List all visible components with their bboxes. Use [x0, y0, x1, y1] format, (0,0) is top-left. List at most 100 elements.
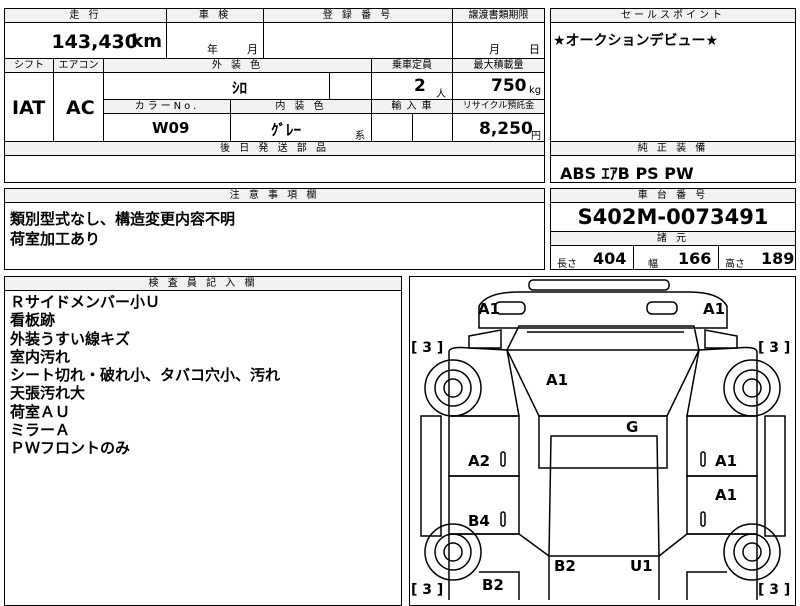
tire-depth-rear-left: [ 3 ]: [411, 582, 444, 598]
chassis-number: S402M-0073491: [577, 205, 769, 229]
inspector-note: シート切れ・破れ小、タバコ穴小、汚れ: [10, 366, 281, 385]
exterior-color-extra-cell: [329, 72, 372, 100]
inspector-note: ミラーＡ: [10, 421, 71, 440]
transfer-day: 日: [529, 43, 540, 56]
max-load-unit: kg: [529, 85, 542, 96]
left-rear-handle: [500, 511, 506, 527]
left-mirror-shape: [468, 329, 502, 349]
inspector-label: 検 査 員 記 入 欄: [4, 276, 402, 291]
front-right-wheel: [733, 369, 771, 407]
width-label: 幅: [648, 259, 658, 270]
mileage-value: 143,430: [51, 31, 138, 53]
max-load-cell: 750 kg: [452, 72, 545, 100]
right-door-handle: [700, 451, 706, 467]
mileage-label: 走 行: [4, 8, 167, 23]
rear-right-tire: [723, 523, 781, 581]
sales-point-box: [550, 8, 796, 142]
front-left-tire: [424, 359, 482, 417]
mileage-unit: km: [131, 31, 162, 52]
damage-mark: A1: [478, 300, 501, 318]
right-side-strip: [764, 415, 786, 537]
car-diagram: [420, 279, 786, 600]
capacity-unit: 人: [436, 89, 446, 100]
ac-label: エアコン: [53, 58, 104, 73]
registration-cell: [263, 22, 453, 59]
damage-mark: G: [626, 418, 639, 436]
inspector-note: 荷室ＡＵ: [10, 402, 71, 421]
damage-mark: A1: [546, 371, 569, 389]
transfer-month: 月: [489, 43, 500, 56]
inspection-year: 年: [207, 43, 218, 56]
notes-label: 注 意 事 項 欄: [4, 188, 545, 203]
shift-cell: IAT: [4, 72, 54, 142]
inspector-note: 天張汚れ大: [10, 384, 86, 403]
interior-color-label: 内 装 色: [230, 99, 372, 114]
exterior-color-cell: ｼﾛ: [103, 72, 330, 100]
spec-label: 諸 元: [550, 231, 796, 246]
front-bumper-shape: [528, 279, 670, 291]
spec-width-cell: 幅 166: [633, 245, 719, 270]
transfer-deadline-cell: 月 日: [452, 22, 545, 59]
right-headlight-shape: [646, 301, 678, 315]
roof-front-outline: [506, 349, 700, 417]
damage-mark: A2: [468, 452, 491, 470]
chassis-label: 車 台 番 号: [550, 188, 796, 203]
recycle-cell: 8,250 円: [452, 113, 545, 142]
inspector-note: ＰＷフロントのみ: [10, 439, 131, 458]
interior-color-suffix: 系: [355, 131, 365, 142]
interior-color-value: ｸﾞﾚｰ: [271, 121, 302, 139]
recycle-value: 8,250: [479, 119, 533, 139]
ac-cell: AC: [53, 72, 104, 142]
recycle-label: リサイクル預託金: [452, 99, 545, 114]
color-number-cell: W09: [103, 113, 231, 142]
exterior-color-value: ｼﾛ: [232, 79, 248, 97]
tire-depth-rear-right: [ 3 ]: [758, 582, 791, 598]
rear-left-hub: [443, 542, 463, 562]
sales-point-text: ★オークションデビュー★: [553, 33, 719, 49]
sales-point-label: セールスポイント: [550, 8, 796, 23]
recycle-unit: 円: [531, 131, 541, 142]
rear-right-hub: [742, 542, 762, 562]
spec-length-cell: 長さ 404: [550, 245, 634, 270]
import-cell-b: [412, 113, 453, 142]
right-mirror-shape: [704, 329, 738, 349]
tire-depth-front-left: [ 3 ]: [411, 340, 444, 356]
transfer-deadline-label: 譲渡書類期限: [452, 8, 545, 23]
inspector-note: Ｒサイドメンバー小Ｕ: [10, 293, 161, 311]
inspection-label: 車 検: [166, 8, 264, 23]
capacity-value: 2: [414, 76, 426, 96]
inspector-notes: Ｒサイドメンバー小Ｕ 看板跡 外装うすい線キズ 室内汚れ シート切れ・破れ小、タ…: [10, 293, 280, 458]
front-right-tire: [723, 359, 781, 417]
shift-value: IAT: [12, 97, 46, 119]
width-value: 166: [678, 249, 712, 268]
inspector-note: 室内汚れ: [10, 347, 71, 366]
later-parts-label: 後 日 発 送 部 品: [4, 141, 545, 156]
registration-label: 登 録 番 号: [263, 8, 453, 23]
front-right-hub: [742, 378, 762, 398]
spec-height-cell: 高さ 189: [718, 245, 796, 270]
left-side-strip: [420, 415, 442, 537]
inspection-month: 月: [247, 43, 258, 56]
right-tail-shape: [686, 571, 727, 600]
front-left-hub: [443, 378, 463, 398]
windshield-shape: [505, 325, 700, 351]
notes-line-1: 類別型式なし、構造変更内容不明: [10, 210, 236, 228]
hood-shape: [478, 291, 728, 329]
inspector-note: 外装うすい線キズ: [10, 329, 131, 348]
equipment-text: ABS ｴｱB PS PW: [560, 164, 694, 183]
color-number-label: カラーNo.: [103, 99, 231, 114]
import-label: 輸 入 車: [371, 99, 453, 114]
rear-left-wheel: [434, 533, 472, 571]
right-rear-handle: [700, 511, 706, 527]
max-load-label: 最大積載量: [452, 58, 545, 73]
equipment-label: 純 正 装 備: [550, 141, 796, 156]
later-parts-cell: [4, 155, 545, 183]
damage-mark: A1: [715, 452, 738, 470]
rear-left-tire: [424, 523, 482, 581]
tire-depth-front-right: [ 3 ]: [758, 340, 791, 356]
capacity-cell: 2 人: [371, 72, 453, 100]
inspector-note: 看板跡: [10, 311, 56, 330]
ac-value: AC: [66, 97, 95, 119]
damage-mark: A1: [715, 486, 738, 504]
left-door-handle: [500, 451, 506, 467]
